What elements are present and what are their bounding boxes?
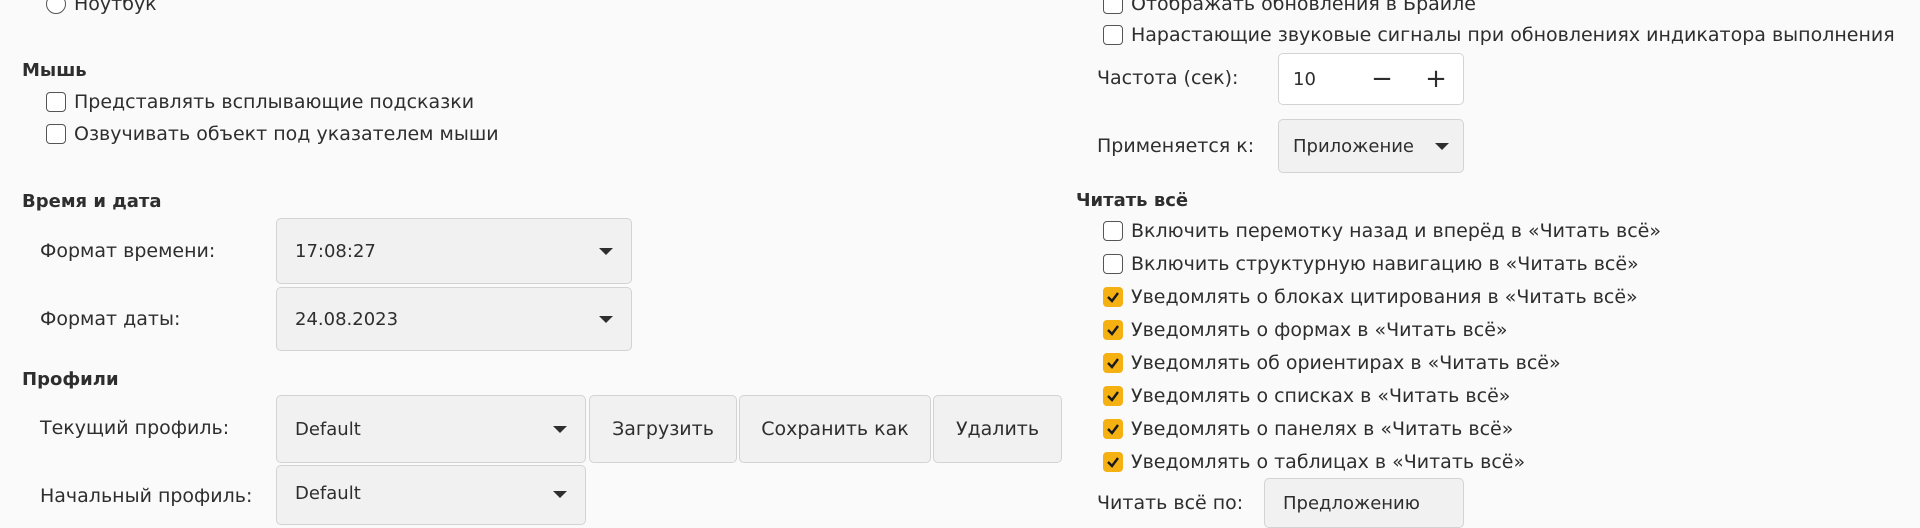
current-profile-combo[interactable]: Default [276,395,586,463]
time-format-combo[interactable]: 17:08:27 [276,218,632,284]
say-all-option[interactable]: Уведомлять о списках в «Читать всё» [1103,381,1510,411]
say-all-option-label: Уведомлять о формах в «Читать всё» [1131,319,1508,341]
chevron-down-icon [599,315,613,323]
applies-to-label: Применяется к: [1097,135,1255,157]
chevron-down-icon [553,425,567,433]
checkbox-progress-beeps[interactable]: Нарастающие звуковые сигналы при обновле… [1103,20,1895,50]
say-all-option-label: Уведомлять о блоках цитирования в «Читат… [1131,286,1638,308]
checkbox-box[interactable] [1103,0,1123,14]
say-all-option-label: Уведомлять о списках в «Читать всё» [1131,385,1511,407]
load-profile-button[interactable]: Загрузить [589,395,737,463]
delete-profile-button[interactable]: Удалить [933,395,1062,463]
say-all-option-label: Уведомлять о таблицах в «Читать всё» [1131,451,1526,473]
plus-icon[interactable]: + [1409,54,1463,104]
say-all-by-value: Предложению [1283,493,1420,514]
say-all-option-label: Включить перемотку назад и вперёд в «Чит… [1131,220,1661,242]
date-format-value: 24.08.2023 [295,308,399,330]
checkbox-tooltips-label: Представлять всплывающие подсказки [74,91,475,113]
checkbox-speak-under-mouse-label: Озвучивать объект под указателем мыши [74,123,499,145]
save-as-profile-button[interactable]: Сохранить как [739,395,931,463]
checkbox-checked[interactable] [1103,386,1123,406]
frequency-label: Частота (сек): [1097,67,1239,89]
time-format-value: 17:08:27 [295,240,376,262]
chevron-down-icon [599,247,613,255]
say-all-option-label: Уведомлять о панелях в «Читать всё» [1131,418,1514,440]
startup-profile-value: Default [295,483,361,504]
say-all-by-combo[interactable]: Предложению [1264,478,1464,528]
applies-to-value: Приложение [1293,135,1415,157]
frequency-spinbutton[interactable]: 10 − + [1278,53,1464,105]
checkbox-box[interactable] [46,92,66,112]
datetime-heading: Время и дата [22,191,162,212]
chevron-down-icon [1435,142,1449,150]
say-all-option[interactable]: Уведомлять о таблицах в «Читать всё» [1103,447,1525,477]
checkbox-checked[interactable] [1103,320,1123,340]
checkbox-checked[interactable] [1103,287,1123,307]
say-all-option[interactable]: Уведомлять о блоках цитирования в «Читат… [1103,282,1638,312]
checkbox-box[interactable] [46,124,66,144]
startup-profile-label: Начальный профиль: [40,485,253,507]
applies-to-combo[interactable]: Приложение [1278,119,1464,173]
checkbox-checked[interactable] [1103,353,1123,373]
say-all-option[interactable]: Включить перемотку назад и вперёд в «Чит… [1103,216,1661,246]
frequency-value[interactable]: 10 [1279,69,1355,90]
checkbox-tooltips[interactable]: Представлять всплывающие подсказки [46,87,474,117]
checkbox-box[interactable] [1103,254,1123,274]
startup-profile-combo[interactable]: Default [276,465,586,525]
checkbox-checked[interactable] [1103,452,1123,472]
checkbox-progress-beeps-label: Нарастающие звуковые сигналы при обновле… [1131,24,1895,46]
date-format-combo[interactable]: 24.08.2023 [276,287,632,351]
profiles-heading: Профили [22,369,119,390]
say-all-option[interactable]: Уведомлять о формах в «Читать всё» [1103,315,1508,345]
checkbox-checked[interactable] [1103,419,1123,439]
checkbox-box[interactable] [1103,25,1123,45]
chevron-down-icon [553,491,567,498]
say-all-option[interactable]: Уведомлять о панелях в «Читать всё» [1103,414,1513,444]
radio-laptop[interactable]: Ноутбук [46,0,157,19]
say-all-option-label: Включить структурную навигацию в «Читать… [1131,253,1639,275]
checkbox-speak-under-mouse[interactable]: Озвучивать объект под указателем мыши [46,119,499,149]
radio-laptop-label: Ноутбук [74,0,157,15]
date-format-label: Формат даты: [40,308,181,330]
time-format-label: Формат времени: [40,240,216,262]
say-all-heading: Читать всё [1076,190,1189,211]
mouse-heading: Мышь [22,60,87,81]
say-all-by-label: Читать всё по: [1097,492,1244,514]
radio-circle[interactable] [46,0,66,14]
minus-icon[interactable]: − [1355,54,1409,104]
checkbox-braille-updates[interactable]: Отображать обновления в Брайле [1103,0,1476,19]
checkbox-braille-updates-label: Отображать обновления в Брайле [1131,0,1476,15]
say-all-option-label: Уведомлять об ориентирах в «Читать всё» [1131,352,1561,374]
say-all-option[interactable]: Включить структурную навигацию в «Читать… [1103,249,1639,279]
current-profile-label: Текущий профиль: [40,417,230,439]
checkbox-box[interactable] [1103,221,1123,241]
say-all-option[interactable]: Уведомлять об ориентирах в «Читать всё» [1103,348,1561,378]
current-profile-value: Default [295,418,361,440]
